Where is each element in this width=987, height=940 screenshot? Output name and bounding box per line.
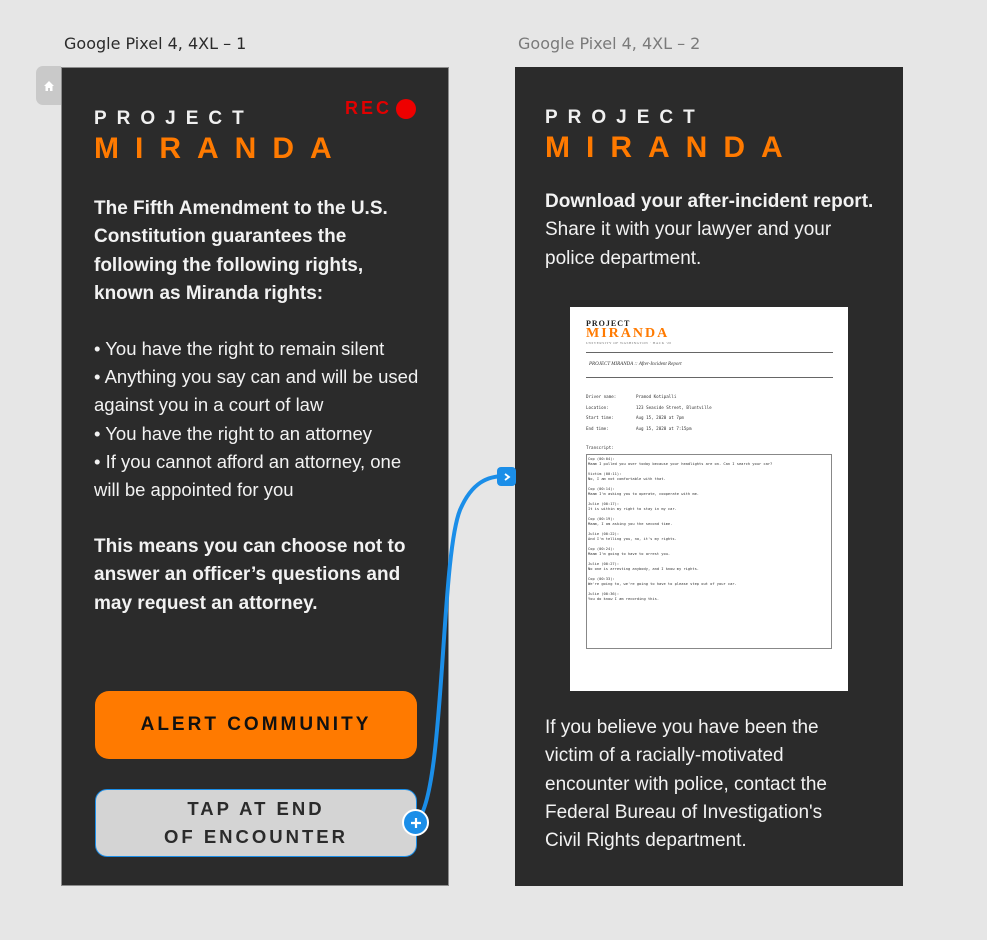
- prototype-target-icon[interactable]: [497, 467, 516, 486]
- prototype-link-wire[interactable]: [0, 0, 987, 940]
- add-interaction-plus-icon[interactable]: [402, 809, 429, 836]
